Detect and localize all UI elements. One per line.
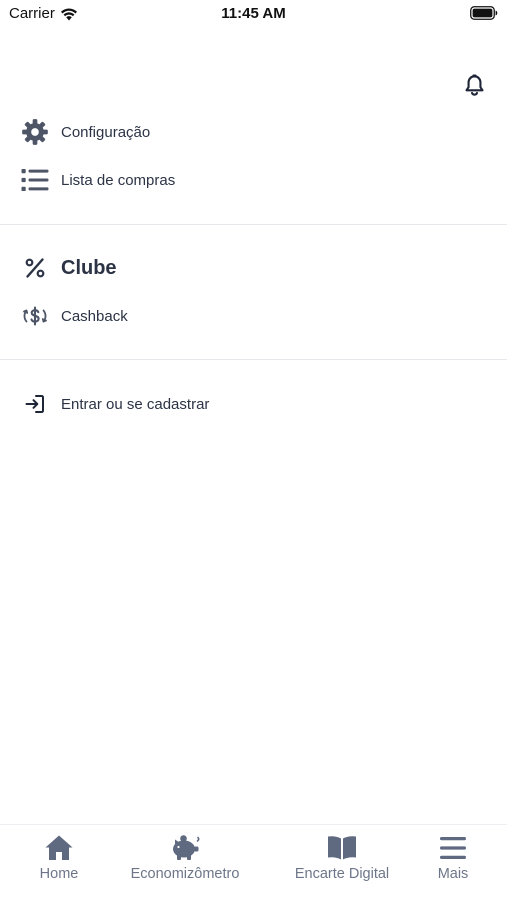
tab-mais-label: Mais xyxy=(437,866,469,882)
tab-encarte-digital-label: Encarte Digital xyxy=(294,866,390,882)
tab-economizometro-label: Economizômetro xyxy=(130,866,240,882)
menu-item-configuracao[interactable]: Configuração xyxy=(20,115,487,149)
home-icon xyxy=(43,833,75,863)
notification-bell-icon[interactable] xyxy=(462,73,487,98)
clube-section-header: Clube xyxy=(20,251,487,285)
hamburger-menu-icon xyxy=(437,833,469,863)
section-divider xyxy=(0,359,507,360)
tab-home[interactable]: Home xyxy=(33,833,85,882)
clube-heading: Clube xyxy=(61,256,117,279)
cashback-dollar-icon xyxy=(20,301,50,331)
list-icon xyxy=(20,165,50,195)
sign-in-icon xyxy=(20,389,50,419)
open-book-icon xyxy=(326,833,358,863)
tab-home-label: Home xyxy=(39,866,79,882)
tab-economizometro[interactable]: Economizômetro xyxy=(118,833,252,882)
section-divider xyxy=(0,224,507,225)
tab-encarte-digital[interactable]: Encarte Digital xyxy=(284,833,400,882)
menu-item-cashback[interactable]: Cashback xyxy=(20,299,487,333)
cashback-label: Cashback xyxy=(61,307,128,325)
login-signup-button[interactable]: Entrar ou se cadastrar xyxy=(20,387,487,421)
battery-icon xyxy=(470,6,498,20)
menu-item-lista-de-compras[interactable]: Lista de compras xyxy=(20,163,487,197)
status-time: 11:45 AM xyxy=(221,5,286,22)
configuracao-label: Configuração xyxy=(61,123,151,141)
piggy-bank-icon xyxy=(169,833,201,863)
bottom-tab-bar: Home Economizômetro Encarte Digital Mais xyxy=(0,824,507,900)
tab-mais[interactable]: Mais xyxy=(428,833,478,882)
gear-icon xyxy=(20,117,50,147)
entrar-label: Entrar ou se cadastrar xyxy=(61,395,210,413)
lista-de-compras-label: Lista de compras xyxy=(61,171,176,189)
status-bar: Carrier 11:45 AM xyxy=(0,0,507,30)
percent-icon xyxy=(20,253,50,283)
